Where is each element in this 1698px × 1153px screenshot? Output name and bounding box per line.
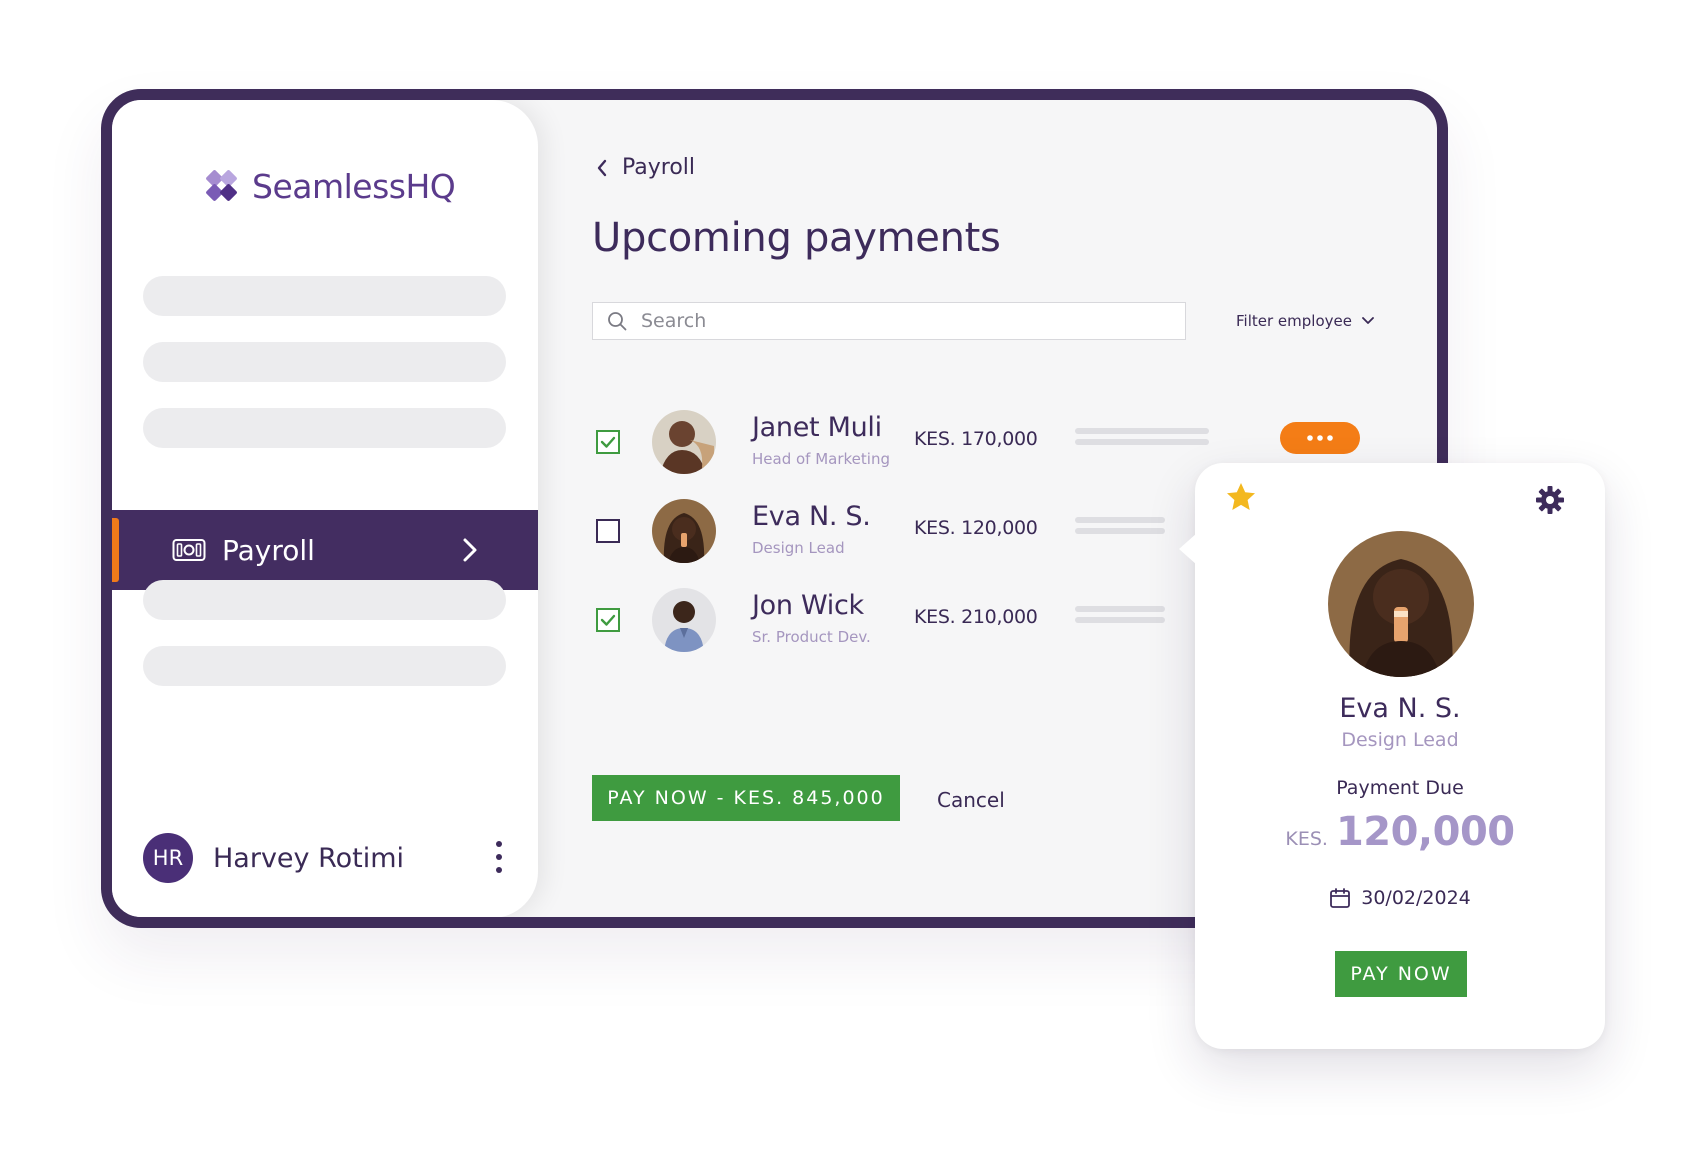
cancel-button[interactable]: Cancel	[937, 788, 1005, 812]
sidebar-placeholder-item[interactable]	[143, 276, 506, 316]
due-date-text: 30/02/2024	[1361, 887, 1471, 909]
employee-photo	[652, 410, 716, 474]
portrait-image	[652, 499, 716, 563]
placeholder-lines	[1075, 428, 1209, 450]
employee-amount: KES. 210,000	[914, 606, 1038, 628]
employee-amount: KES. 170,000	[914, 428, 1038, 450]
back-link[interactable]: Payroll	[596, 155, 695, 180]
sidebar: SeamlessHQ Payroll HR Harvey Rotimi	[112, 100, 538, 917]
card-employee-name: Eva N. S.	[1339, 693, 1461, 724]
due-date: 30/02/2024	[1195, 887, 1605, 909]
more-options-button[interactable]	[1280, 422, 1360, 454]
employee-role: Head of Marketing	[752, 450, 890, 468]
pay-now-button[interactable]: PAY NOW	[1335, 951, 1467, 997]
active-indicator	[112, 518, 119, 582]
portrait-image	[652, 410, 716, 474]
employee-payment-card: Eva N. S. Design Lead Payment Due KES. 12…	[1179, 463, 1605, 1049]
avatar: HR	[143, 833, 193, 883]
employee-avatar-large	[1328, 531, 1474, 677]
placeholder-lines	[1075, 606, 1165, 628]
payment-due-amount: KES. 120,000	[1195, 809, 1605, 855]
portrait-image	[1328, 531, 1474, 677]
sidebar-item-payroll[interactable]: Payroll	[112, 510, 538, 590]
breadcrumb: Payroll	[622, 155, 696, 180]
employee-amount: KES. 120,000	[914, 517, 1038, 539]
employee-photo	[652, 499, 716, 563]
employee-photo	[652, 588, 716, 652]
page-title: Upcoming payments	[592, 215, 1001, 261]
gear-icon[interactable]	[1535, 485, 1565, 515]
search-input[interactable]	[639, 309, 1163, 333]
filter-employee-dropdown[interactable]: Filter employee	[1236, 312, 1374, 330]
user-profile[interactable]: HR Harvey Rotimi	[143, 833, 503, 883]
chevron-down-icon	[1362, 317, 1374, 324]
logo-mark-icon	[206, 170, 237, 201]
search-icon	[608, 312, 627, 331]
filter-label: Filter employee	[1236, 312, 1352, 330]
portrait-image	[652, 588, 716, 652]
brand-logo[interactable]: SeamlessHQ	[202, 166, 456, 206]
row-checkbox-checked[interactable]	[596, 608, 620, 632]
employee-name: Eva N. S.	[752, 501, 871, 532]
sidebar-item-label: Payroll	[222, 533, 315, 567]
search-box[interactable]	[592, 302, 1186, 340]
brand-name: SeamlessHQ	[252, 166, 456, 206]
employee-name: Jon Wick	[752, 590, 864, 621]
employee-name: Janet Muli	[752, 412, 882, 443]
more-horizontal-icon	[1307, 435, 1333, 441]
amount-value: 120,000	[1335, 809, 1515, 855]
calendar-icon	[1330, 888, 1351, 908]
user-name: Harvey Rotimi	[213, 842, 405, 874]
currency-label: KES.	[1285, 828, 1328, 850]
sidebar-placeholder-item[interactable]	[143, 646, 506, 686]
card-pointer	[1179, 533, 1197, 565]
star-icon[interactable]	[1225, 481, 1257, 513]
chevron-right-icon	[463, 538, 477, 562]
row-checkbox-checked[interactable]	[596, 430, 620, 454]
employee-role: Sr. Product Dev.	[752, 628, 871, 646]
pay-now-all-button[interactable]: PAY NOW - KES. 845,000	[592, 775, 900, 821]
sidebar-placeholder-item[interactable]	[143, 342, 506, 382]
row-checkbox-unchecked[interactable]	[596, 519, 620, 543]
more-vertical-icon[interactable]	[495, 839, 503, 875]
cash-icon	[172, 539, 206, 561]
employee-role: Design Lead	[752, 539, 845, 557]
sidebar-placeholder-item[interactable]	[143, 408, 506, 448]
sidebar-placeholder-item[interactable]	[143, 580, 506, 620]
payment-due-label: Payment Due	[1336, 777, 1464, 799]
card-employee-role: Design Lead	[1341, 729, 1459, 751]
chevron-left-icon	[597, 159, 607, 176]
placeholder-lines	[1075, 517, 1165, 539]
